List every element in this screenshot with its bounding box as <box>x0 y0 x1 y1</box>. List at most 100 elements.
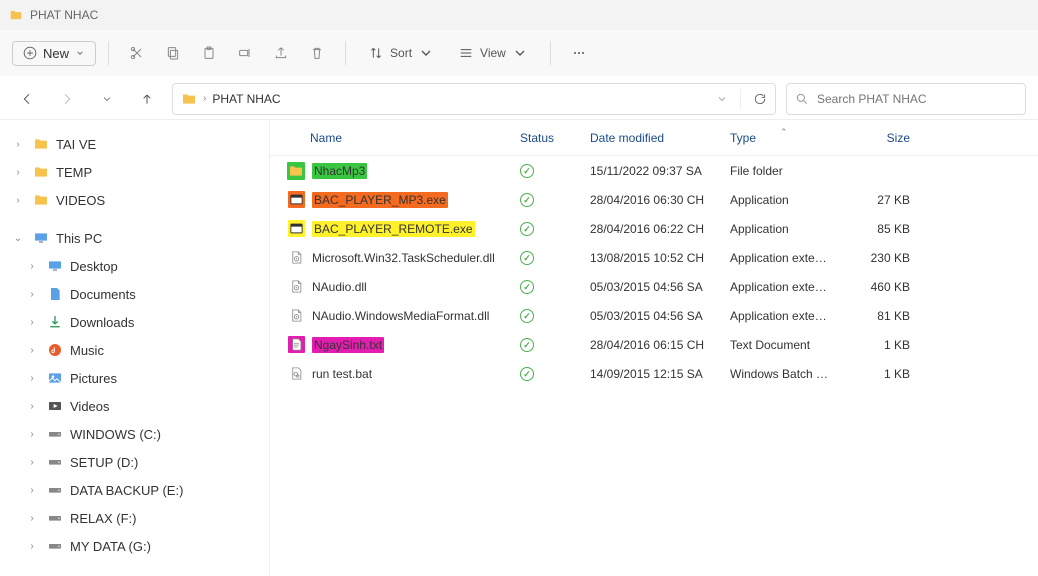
chevron-down-icon[interactable] <box>716 93 728 105</box>
chevron-right-icon: › <box>203 93 206 104</box>
sync-ok-icon: ✓ <box>520 193 534 207</box>
share-button[interactable] <box>265 37 297 69</box>
chevron-right-icon[interactable]: › <box>24 373 40 384</box>
sync-ok-icon: ✓ <box>520 251 534 265</box>
file-row[interactable]: NAudio.dll ✓ 05/03/2015 04:56 SA Applica… <box>270 272 1038 301</box>
sidebar-item-quick[interactable]: › VIDEOS <box>6 186 263 214</box>
sidebar-item-location[interactable]: › MY DATA (G:) <box>6 532 263 560</box>
chevron-right-icon[interactable]: › <box>24 345 40 356</box>
copy-button[interactable] <box>157 37 189 69</box>
forward-button[interactable] <box>52 84 82 114</box>
file-row[interactable]: BAC_PLAYER_REMOTE.exe ✓ 28/04/2016 06:22… <box>270 214 1038 243</box>
folder-icon <box>32 191 50 209</box>
breadcrumb[interactable]: PHAT NHAC <box>212 92 280 106</box>
sidebar-item-location[interactable]: › Downloads <box>6 308 263 336</box>
separator <box>550 41 551 65</box>
sidebar-item-location[interactable]: › SETUP (D:) <box>6 448 263 476</box>
chevron-right-icon[interactable]: › <box>24 457 40 468</box>
chevron-right-icon[interactable]: › <box>24 429 40 440</box>
cell-name: BAC_PLAYER_MP3.exe <box>270 192 510 208</box>
sidebar-item-quick[interactable]: › TAI VE <box>6 130 263 158</box>
chevron-right-icon[interactable]: › <box>24 317 40 328</box>
sidebar-item-label: SETUP (D:) <box>70 455 138 470</box>
separator <box>740 89 741 109</box>
chevron-right-icon[interactable]: › <box>10 139 26 150</box>
file-row[interactable]: BAC_PLAYER_MP3.exe ✓ 28/04/2016 06:30 CH… <box>270 185 1038 214</box>
sidebar-item-quick[interactable]: › TEMP <box>6 158 263 186</box>
drive-icon <box>46 481 64 499</box>
file-name: Microsoft.Win32.TaskScheduler.dll <box>312 251 495 265</box>
column-size[interactable]: Size <box>840 131 920 145</box>
sidebar-item-location[interactable]: › DATA BACKUP (E:) <box>6 476 263 504</box>
file-row[interactable]: Microsoft.Win32.TaskScheduler.dll ✓ 13/0… <box>270 243 1038 272</box>
sidebar-item-label: Documents <box>70 287 136 302</box>
view-button[interactable]: View <box>448 37 538 69</box>
drive-icon <box>46 537 64 555</box>
rename-button[interactable] <box>229 37 261 69</box>
folder-icon <box>181 91 197 107</box>
sidebar-item-location[interactable]: › Videos <box>6 392 263 420</box>
copy-icon <box>165 45 181 61</box>
file-row[interactable]: NgaySinh.txt ✓ 28/04/2016 06:15 CH Text … <box>270 330 1038 359</box>
sort-button[interactable]: Sort <box>358 37 444 69</box>
more-icon <box>571 45 587 61</box>
search-input[interactable] <box>817 92 1017 106</box>
file-row[interactable]: NhacMp3 ✓ 15/11/2022 09:37 SA File folde… <box>270 156 1038 185</box>
sidebar-item-label: MY DATA (G:) <box>70 539 151 554</box>
sidebar-item-thispc[interactable]: ⌄ This PC <box>6 224 263 252</box>
sidebar-item-location[interactable]: › Music <box>6 336 263 364</box>
cell-date: 13/08/2015 10:52 CH <box>580 251 720 265</box>
sidebar-item-location[interactable]: › WINDOWS (C:) <box>6 420 263 448</box>
column-status[interactable]: Status <box>510 131 580 145</box>
sidebar-item-location[interactable]: › RELAX (F:) <box>6 504 263 532</box>
chevron-right-icon[interactable]: › <box>24 261 40 272</box>
cell-date: 14/09/2015 12:15 SA <box>580 367 720 381</box>
recent-button[interactable] <box>92 84 122 114</box>
sync-ok-icon: ✓ <box>520 309 534 323</box>
cell-status: ✓ <box>510 221 580 237</box>
cell-name: NAudio.WindowsMediaFormat.dll <box>270 308 510 324</box>
sort-icon <box>368 45 384 61</box>
sidebar-item-label: WINDOWS (C:) <box>70 427 161 442</box>
chevron-right-icon[interactable]: › <box>24 541 40 552</box>
sidebar-item-location[interactable]: › Pictures <box>6 364 263 392</box>
file-row[interactable]: run test.bat ✓ 14/09/2015 12:15 SA Windo… <box>270 359 1038 388</box>
column-name[interactable]: Name <box>270 131 510 145</box>
cut-button[interactable] <box>121 37 153 69</box>
chevron-right-icon[interactable]: › <box>10 195 26 206</box>
chevron-right-icon[interactable]: › <box>24 401 40 412</box>
cell-type: Application exten... <box>720 280 840 294</box>
column-date[interactable]: Date modified <box>580 131 720 145</box>
sync-ok-icon: ✓ <box>520 280 534 294</box>
sidebar-item-location[interactable]: › Desktop <box>6 252 263 280</box>
toolbar: New Sort View <box>0 30 1038 78</box>
new-button[interactable]: New <box>12 41 96 66</box>
delete-button[interactable] <box>301 37 333 69</box>
chevron-right-icon[interactable]: › <box>24 289 40 300</box>
file-name: NAudio.dll <box>312 280 367 294</box>
chevron-right-icon[interactable]: › <box>10 167 26 178</box>
sync-ok-icon: ✓ <box>520 222 534 236</box>
paste-button[interactable] <box>193 37 225 69</box>
refresh-icon[interactable] <box>753 92 767 106</box>
sidebar-item-location[interactable]: › Documents <box>6 280 263 308</box>
drive-icon <box>46 425 64 443</box>
chevron-right-icon[interactable]: › <box>24 513 40 524</box>
cell-status: ✓ <box>510 163 580 179</box>
arrow-up-icon <box>139 91 155 107</box>
column-type[interactable]: Type ⌃ <box>720 131 840 145</box>
more-button[interactable] <box>563 37 595 69</box>
chevron-down-icon[interactable]: ⌄ <box>10 233 26 244</box>
cell-date: 28/04/2016 06:30 CH <box>580 193 720 207</box>
pictures-icon <box>46 369 64 387</box>
file-name: BAC_PLAYER_MP3.exe <box>312 192 448 208</box>
addressbar[interactable]: › PHAT NHAC <box>172 83 776 115</box>
arrow-right-icon <box>59 91 75 107</box>
up-button[interactable] <box>132 84 162 114</box>
plus-icon <box>23 46 37 60</box>
search-box[interactable] <box>786 83 1026 115</box>
back-button[interactable] <box>12 84 42 114</box>
cell-type: File folder <box>720 164 840 178</box>
file-row[interactable]: NAudio.WindowsMediaFormat.dll ✓ 05/03/20… <box>270 301 1038 330</box>
chevron-right-icon[interactable]: › <box>24 485 40 496</box>
